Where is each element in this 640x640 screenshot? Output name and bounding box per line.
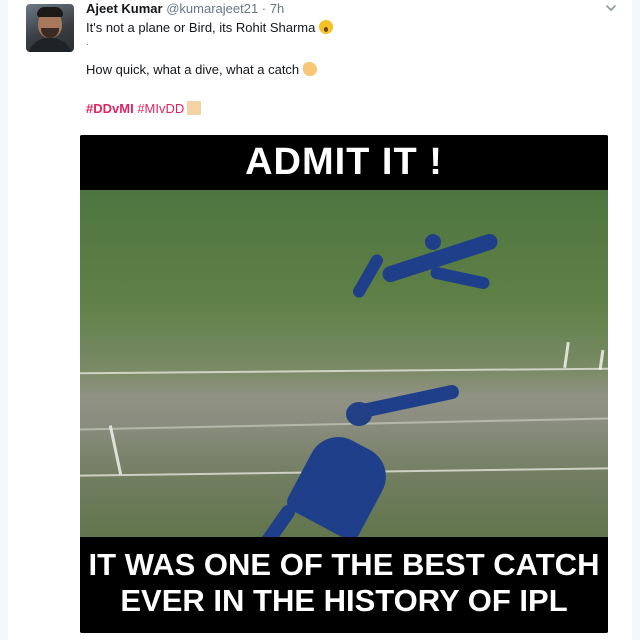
avatar-hair (37, 7, 63, 17)
meme-caption-bottom-line-1: IT WAS ONE OF THE BEST CATCH (88, 547, 600, 582)
avatar[interactable] (26, 4, 74, 52)
hashtag-ddvmi[interactable]: #DDvMI (86, 101, 134, 116)
tweet-card: Ajeet Kumar @kumarajeet21 · 7h It's not … (0, 0, 640, 640)
meme-caption-bottom-line-2: EVER IN THE HISTORY OF IPL (120, 583, 568, 618)
stump-right (563, 341, 570, 369)
crease-line-mid (80, 417, 608, 431)
tweet-header: Ajeet Kumar @kumarajeet21 · 7h (86, 0, 284, 18)
fielder-helmet (346, 402, 372, 426)
meme-caption-bottom: IT WAS ONE OF THE BEST CATCH EVER IN THE… (80, 537, 608, 633)
tweet-text-line-1-content: It's not a plane or Bird, its Rohit Shar… (86, 20, 316, 35)
chevron-down-icon[interactable] (604, 2, 618, 16)
stump-left (108, 425, 123, 475)
avatar-shoulders (28, 38, 72, 52)
tweet-hashtags: #DDvMI #MIvDD (86, 101, 202, 117)
diving-player-helmet (425, 234, 441, 250)
meme-caption-top: ADMIT IT ! (80, 135, 608, 190)
diving-player-leg (429, 265, 491, 291)
fielder-torso (283, 426, 397, 544)
astonished-face-icon (319, 20, 334, 34)
diving-player-arm (350, 252, 386, 300)
author-handle[interactable]: @kumarajeet21 (166, 1, 258, 16)
cricket-field-scene (80, 190, 608, 568)
author-name[interactable]: Ajeet Kumar (86, 1, 163, 16)
tweet-media-image[interactable]: ADMIT IT ! IT WAS ONE OF THE BEST CATCH … (80, 135, 608, 633)
tweet-text-line-2: . (86, 37, 89, 48)
tweet-text-line-3: How quick, what a dive, what a catch (86, 62, 318, 78)
header-separator: · (261, 1, 267, 16)
tweet-text-line-3-content: How quick, what a dive, what a catch (86, 62, 300, 77)
clapping-hands-icon (303, 62, 318, 76)
tweet-timestamp[interactable]: 7h (270, 1, 284, 16)
crease-line-top (80, 367, 608, 375)
tan-square-icon (187, 101, 202, 115)
chevron-down-icon-svg (606, 5, 616, 11)
tweet-text-line-1: It's not a plane or Bird, its Rohit Shar… (86, 20, 334, 36)
hashtag-mivdd[interactable]: #MIvDD (137, 101, 184, 116)
